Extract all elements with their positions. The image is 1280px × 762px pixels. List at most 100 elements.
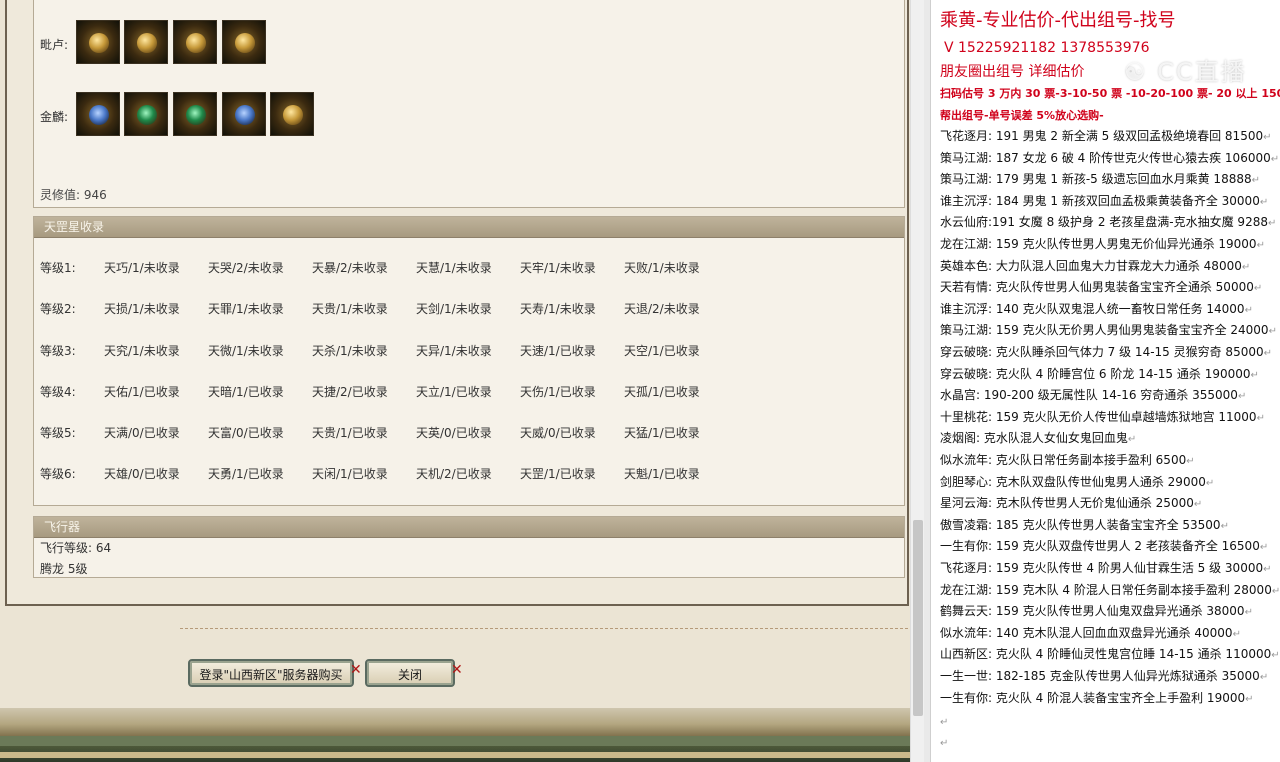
star-cell: 天剑/1/未收录: [416, 302, 492, 316]
star-cell: 天巧/1/未收录: [104, 261, 180, 275]
list-item: 一生有你: 159 克火队双盘传世男人 2 老孩装备齐全 16500↵: [940, 537, 1268, 554]
return-mark-icon: ↵: [1127, 434, 1137, 446]
list-item-text: 谁主沉浮: 184 男鬼 1 新孩双回血孟极乘黄装备齐全 30000: [940, 193, 1260, 208]
level-label: 等级6:: [40, 467, 76, 481]
list-item: 傲雪凌霜: 185 克火队传世男人装备宝宝齐全 53500↵: [940, 516, 1229, 533]
green-ring-icon[interactable]: [124, 92, 168, 136]
star-cell: 天究/1/未收录: [104, 344, 180, 358]
star-cell: 天异/1/未收录: [416, 344, 492, 358]
pendant-icon[interactable]: [222, 92, 266, 136]
amulet-icon[interactable]: [76, 20, 120, 64]
list-item: 山西新区: 克火队 4 阶睡仙灵性鬼宫位睡 14-15 通杀 110000↵: [940, 645, 1280, 662]
return-mark-icon: ↵: [1263, 348, 1272, 359]
notes-panel: 乘黄-专业估价-代出组号-找号 V 15225921182 1378553976…: [924, 0, 1280, 762]
return-mark-icon: ↵: [940, 738, 949, 749]
list-item: 策马江湖: 187 女龙 6 破 4 阶传世克火传世心猿去疾 106000↵: [940, 149, 1279, 166]
list-item-text: 十里桃花: 159 克火队无价人传世仙卓越墙炼狱地宫 11000: [940, 409, 1257, 424]
list-item-text: 一生有你: 159 克火队双盘传世男人 2 老孩装备齐全 16500: [940, 539, 1260, 554]
scrollbar-thumb[interactable]: [913, 520, 923, 716]
star-cell: 天速/1/已收录: [520, 344, 596, 358]
ring-icon[interactable]: [222, 20, 266, 64]
return-mark-icon: ↵: [1256, 240, 1265, 251]
list-item-text: 鹤舞云天: 159 克火队传世男人仙鬼双盘异光通杀 38000: [940, 604, 1245, 619]
star-cell: 天孤/1/已收录: [624, 385, 700, 399]
star-cell: 天损/1/未收录: [104, 302, 180, 316]
return-mark-icon: ↵: [1205, 477, 1215, 489]
star-cell: 天空/1/已收录: [624, 344, 700, 358]
list-item: 星河云海: 克木队传世男人无价鬼仙通杀 25000↵: [940, 494, 1202, 511]
level-label: 等级4:: [40, 385, 76, 399]
cloak-icon[interactable]: [173, 20, 217, 64]
close-icon[interactable]: ✕: [451, 662, 463, 678]
tiangang-header: 天罡星收录: [34, 217, 904, 238]
star-cell: 天牢/1/未收录: [520, 261, 596, 275]
list-item-text: 穿云破晓: 克火队睡杀回气体力 7 级 14-15 灵猴穷奇 85000: [940, 345, 1264, 359]
list-item-text: 谁主沉浮: 140 克火队双鬼混人统一畜牧日常任务 14000: [940, 301, 1245, 316]
login-server-button[interactable]: 登录"山西新区"服务器购买: [188, 659, 354, 687]
close-icon[interactable]: ✕: [350, 662, 362, 678]
list-item: 一生一世: 182-185 克金队传世男人仙异光炼狱通杀 35000↵: [940, 667, 1268, 684]
return-mark-icon: ↵: [1220, 520, 1229, 532]
return-mark-icon: ↵: [1245, 693, 1254, 705]
decorative-border: [0, 708, 910, 762]
list-item-text: 一生有你: 克火队 4 阶混人装备宝宝齐全上手盈利 19000: [940, 690, 1246, 705]
notes-title: 乘黄-专业估价-代出组号-找号: [940, 10, 1176, 31]
star-cell: 天勇/1/已收录: [208, 467, 284, 481]
star-cell: 天杀/1/未收录: [312, 344, 388, 358]
list-item-text: 策马江湖: 179 男鬼 1 新孩-5 级遗忘回血水月乘黄 18888: [940, 172, 1252, 187]
list-item: 策马江湖: 159 克火队无价男人男仙男鬼装备宝宝齐全 24000↵: [940, 321, 1277, 338]
bracelet-icon[interactable]: [76, 92, 120, 136]
list-item-text: 飞花逐月: 191 男鬼 2 新全满 5 级双回孟极绝境春回 81500: [940, 129, 1264, 143]
star-cell: 天寿/1/未收录: [520, 302, 596, 316]
list-item-text: 水晶宫: 190-200 级无属性队 14-16 穷奇通杀 355000: [940, 388, 1238, 403]
divider: [180, 628, 908, 629]
scrollbar[interactable]: [910, 0, 924, 762]
return-mark-icon: ↵: [1267, 218, 1277, 230]
level-label: 等级2:: [40, 302, 76, 316]
return-mark-icon: ↵: [1250, 369, 1259, 381]
list-item-text: 傲雪凌霜: 185 克火队传世男人装备宝宝齐全 53500: [940, 517, 1221, 532]
star-cell: 天威/0/已收录: [520, 426, 596, 440]
close-button[interactable]: 关闭: [365, 659, 455, 687]
list-item-text: 龙在江湖: 159 克木队 4 阶混人日常任务副本接手盈利 28000: [940, 582, 1272, 597]
list-item: 穿云破晓: 克火队睡杀回气体力 7 级 14-15 灵猴穷奇 85000↵: [940, 343, 1272, 360]
star-cell: 天满/0/已收录: [104, 426, 180, 440]
return-mark-icon: ↵: [1268, 326, 1277, 338]
list-item-text: 天若有情: 克火队传世男人仙男鬼装备宝宝齐全通杀 50000: [940, 280, 1254, 295]
list-item: 水晶宫: 190-200 级无属性队 14-16 穷奇通杀 355000↵: [940, 386, 1246, 403]
list-item-text: 似水流年: 140 克木队混人回血血双盘异光通杀 40000: [940, 625, 1233, 640]
return-mark-icon: ↵: [1259, 672, 1269, 683]
notes-line5: 帮出组号-单号误差 5%放心选购-: [940, 109, 1104, 122]
star-cell: 天机/2/已收录: [416, 467, 492, 481]
return-mark-icon: ↵: [1263, 564, 1272, 575]
level-row: 等级2: 天损/1/未收录 天罪/1/未收录 天贵/1/未收录 天剑/1/未收录…: [40, 300, 900, 320]
star-cell: 天伤/1/已收录: [520, 385, 596, 399]
robe-icon[interactable]: [270, 92, 314, 136]
return-mark-icon: ↵: [1244, 304, 1253, 316]
star-cell: 天微/1/未收录: [208, 344, 284, 358]
star-cell: 天佑/1/已收录: [104, 385, 180, 399]
star-cell: 天暗/1/已收录: [208, 385, 284, 399]
bowl-icon[interactable]: [124, 20, 168, 64]
return-mark-icon: ↵: [1270, 153, 1280, 165]
level-row: 等级1: 天巧/1/未收录 天哭/2/未收录 天暴/2/未收录 天慧/1/未收录…: [40, 259, 900, 279]
level-row: 等级5: 天满/0/已收录 天富/0/已收录 天贵/1/已收录 天英/0/已收录…: [40, 424, 900, 444]
jade-ring-icon[interactable]: [173, 92, 217, 136]
star-cell: 天富/0/已收录: [208, 426, 284, 440]
equipment-row1-label: 毗卢:: [40, 38, 69, 52]
return-mark-icon: ↵: [1263, 132, 1272, 143]
feixing-section: 飞行器 飞行等级: 64 腾龙 5级: [33, 516, 905, 578]
list-item-text: 飞花逐月: 159 克火队传世 4 阶男人仙甘霖生活 5 级 30000: [940, 561, 1264, 575]
equipment-row2-label: 金麟:: [40, 110, 69, 124]
return-mark-icon: ↵: [1251, 175, 1260, 187]
star-cell: 天罪/1/未收录: [208, 302, 284, 316]
tiangang-section: 天罡星收录 等级1: 天巧/1/未收录 天哭/2/未收录 天暴/2/未收录 天慧…: [33, 216, 905, 506]
star-cell: 天捷/2/已收录: [312, 385, 388, 399]
star-cell: 天罡/1/已收录: [520, 467, 596, 481]
list-item: 策马江湖: 179 男鬼 1 新孩-5 级遗忘回血水月乘黄 18888↵: [940, 170, 1260, 187]
list-item-text: 剑胆琴心: 克木队双盘队传世仙鬼男人通杀 29000: [940, 474, 1206, 489]
star-cell: 天英/0/已收录: [416, 426, 492, 440]
list-item-text: 似水流年: 克火队日常任务副本接手盈利 6500: [940, 453, 1187, 467]
list-item: 飞花逐月: 191 男鬼 2 新全满 5 级双回孟极绝境春回 81500↵: [940, 127, 1271, 144]
level-label: 等级3:: [40, 344, 76, 358]
